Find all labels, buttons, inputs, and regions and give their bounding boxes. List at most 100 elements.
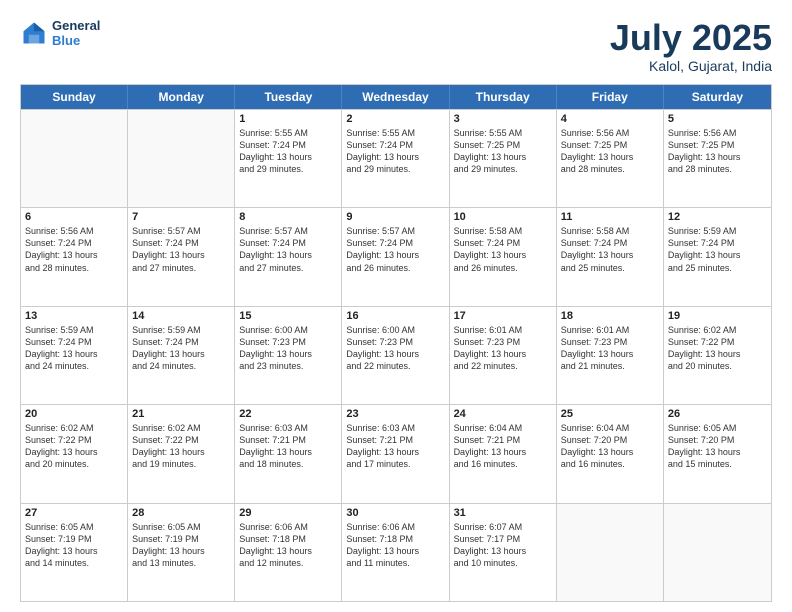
day-number: 12 (668, 211, 767, 223)
location: Kalol, Gujarat, India (610, 58, 772, 74)
cell-info-line: Sunrise: 6:02 AM (668, 324, 767, 336)
cell-info-line: Sunset: 7:24 PM (346, 237, 444, 249)
cell-info-line: and 10 minutes. (454, 557, 552, 569)
page: General Blue July 2025 Kalol, Gujarat, I… (0, 0, 792, 612)
cell-info-line: Sunrise: 5:57 AM (132, 225, 230, 237)
cell-info-line: Sunrise: 6:01 AM (561, 324, 659, 336)
cell-info-line: Sunrise: 5:59 AM (668, 225, 767, 237)
cell-info-line: and 15 minutes. (668, 458, 767, 470)
calendar-cell: 4Sunrise: 5:56 AMSunset: 7:25 PMDaylight… (557, 110, 664, 207)
cell-info-line: Sunset: 7:18 PM (239, 533, 337, 545)
cell-info-line: Daylight: 13 hours (132, 249, 230, 261)
day-number: 31 (454, 507, 552, 519)
cell-info-line: Sunrise: 6:05 AM (668, 422, 767, 434)
cell-info-line: Sunset: 7:20 PM (668, 434, 767, 446)
cell-info-line: Daylight: 13 hours (25, 249, 123, 261)
cell-info-line: Daylight: 13 hours (454, 249, 552, 261)
logo-icon (20, 19, 48, 47)
day-number: 8 (239, 211, 337, 223)
calendar-cell: 3Sunrise: 5:55 AMSunset: 7:25 PMDaylight… (450, 110, 557, 207)
cell-info-line: Daylight: 13 hours (239, 249, 337, 261)
calendar-cell (128, 110, 235, 207)
cell-info-line: Daylight: 13 hours (132, 348, 230, 360)
cell-info-line: and 20 minutes. (25, 458, 123, 470)
cell-info-line: Daylight: 13 hours (346, 249, 444, 261)
calendar-row: 13Sunrise: 5:59 AMSunset: 7:24 PMDayligh… (21, 306, 771, 404)
cell-info-line: Sunset: 7:23 PM (561, 336, 659, 348)
cell-info-line: Daylight: 13 hours (239, 545, 337, 557)
cell-info-line: Sunrise: 5:58 AM (561, 225, 659, 237)
day-number: 11 (561, 211, 659, 223)
day-number: 4 (561, 113, 659, 125)
cell-info-line: Sunrise: 6:06 AM (239, 521, 337, 533)
calendar-row: 20Sunrise: 6:02 AMSunset: 7:22 PMDayligh… (21, 404, 771, 502)
cell-info-line: Sunrise: 6:05 AM (25, 521, 123, 533)
day-number: 13 (25, 310, 123, 322)
cell-info-line: Sunrise: 6:03 AM (346, 422, 444, 434)
cell-info-line: and 26 minutes. (346, 262, 444, 274)
cell-info-line: Sunset: 7:22 PM (668, 336, 767, 348)
calendar-cell: 18Sunrise: 6:01 AMSunset: 7:23 PMDayligh… (557, 307, 664, 404)
calendar-cell: 28Sunrise: 6:05 AMSunset: 7:19 PMDayligh… (128, 504, 235, 601)
weekday-header: Tuesday (235, 85, 342, 109)
cell-info-line: Daylight: 13 hours (454, 446, 552, 458)
cell-info-line: and 24 minutes. (132, 360, 230, 372)
cell-info-line: Sunrise: 6:07 AM (454, 521, 552, 533)
cell-info-line: Sunrise: 6:01 AM (454, 324, 552, 336)
cell-info-line: and 11 minutes. (346, 557, 444, 569)
day-number: 3 (454, 113, 552, 125)
cell-info-line: and 24 minutes. (25, 360, 123, 372)
weekday-header: Thursday (450, 85, 557, 109)
cell-info-line: Sunrise: 5:56 AM (668, 127, 767, 139)
calendar: SundayMondayTuesdayWednesdayThursdayFrid… (20, 84, 772, 602)
calendar-header: SundayMondayTuesdayWednesdayThursdayFrid… (21, 85, 771, 109)
cell-info-line: Daylight: 13 hours (346, 446, 444, 458)
cell-info-line: Sunset: 7:24 PM (346, 139, 444, 151)
calendar-cell: 17Sunrise: 6:01 AMSunset: 7:23 PMDayligh… (450, 307, 557, 404)
cell-info-line: and 21 minutes. (561, 360, 659, 372)
cell-info-line: Sunrise: 5:57 AM (239, 225, 337, 237)
cell-info-line: Daylight: 13 hours (454, 151, 552, 163)
calendar-cell: 7Sunrise: 5:57 AMSunset: 7:24 PMDaylight… (128, 208, 235, 305)
calendar-row: 27Sunrise: 6:05 AMSunset: 7:19 PMDayligh… (21, 503, 771, 601)
cell-info-line: Sunset: 7:24 PM (25, 237, 123, 249)
cell-info-line: and 22 minutes. (346, 360, 444, 372)
day-number: 9 (346, 211, 444, 223)
cell-info-line: Daylight: 13 hours (346, 545, 444, 557)
cell-info-line: Daylight: 13 hours (561, 348, 659, 360)
cell-info-line: Sunrise: 5:55 AM (454, 127, 552, 139)
day-number: 7 (132, 211, 230, 223)
cell-info-line: Daylight: 13 hours (561, 151, 659, 163)
day-number: 22 (239, 408, 337, 420)
day-number: 10 (454, 211, 552, 223)
cell-info-line: Sunrise: 6:03 AM (239, 422, 337, 434)
cell-info-line: Daylight: 13 hours (668, 348, 767, 360)
cell-info-line: and 25 minutes. (668, 262, 767, 274)
cell-info-line: and 29 minutes. (454, 163, 552, 175)
calendar-cell: 31Sunrise: 6:07 AMSunset: 7:17 PMDayligh… (450, 504, 557, 601)
cell-info-line: and 13 minutes. (132, 557, 230, 569)
cell-info-line: Sunrise: 6:05 AM (132, 521, 230, 533)
calendar-cell: 11Sunrise: 5:58 AMSunset: 7:24 PMDayligh… (557, 208, 664, 305)
header: General Blue July 2025 Kalol, Gujarat, I… (20, 18, 772, 74)
day-number: 25 (561, 408, 659, 420)
cell-info-line: Sunrise: 5:59 AM (132, 324, 230, 336)
cell-info-line: Sunrise: 5:59 AM (25, 324, 123, 336)
cell-info-line: Sunset: 7:20 PM (561, 434, 659, 446)
calendar-cell: 12Sunrise: 5:59 AMSunset: 7:24 PMDayligh… (664, 208, 771, 305)
cell-info-line: Sunrise: 6:04 AM (454, 422, 552, 434)
day-number: 26 (668, 408, 767, 420)
day-number: 21 (132, 408, 230, 420)
cell-info-line: Sunrise: 5:56 AM (25, 225, 123, 237)
calendar-cell: 16Sunrise: 6:00 AMSunset: 7:23 PMDayligh… (342, 307, 449, 404)
day-number: 15 (239, 310, 337, 322)
cell-info-line: and 16 minutes. (561, 458, 659, 470)
cell-info-line: Sunset: 7:22 PM (25, 434, 123, 446)
cell-info-line: Sunset: 7:25 PM (668, 139, 767, 151)
cell-info-line: Daylight: 13 hours (346, 151, 444, 163)
calendar-cell (21, 110, 128, 207)
cell-info-line: Sunset: 7:22 PM (132, 434, 230, 446)
cell-info-line: Sunset: 7:19 PM (25, 533, 123, 545)
calendar-cell: 20Sunrise: 6:02 AMSunset: 7:22 PMDayligh… (21, 405, 128, 502)
calendar-cell: 25Sunrise: 6:04 AMSunset: 7:20 PMDayligh… (557, 405, 664, 502)
